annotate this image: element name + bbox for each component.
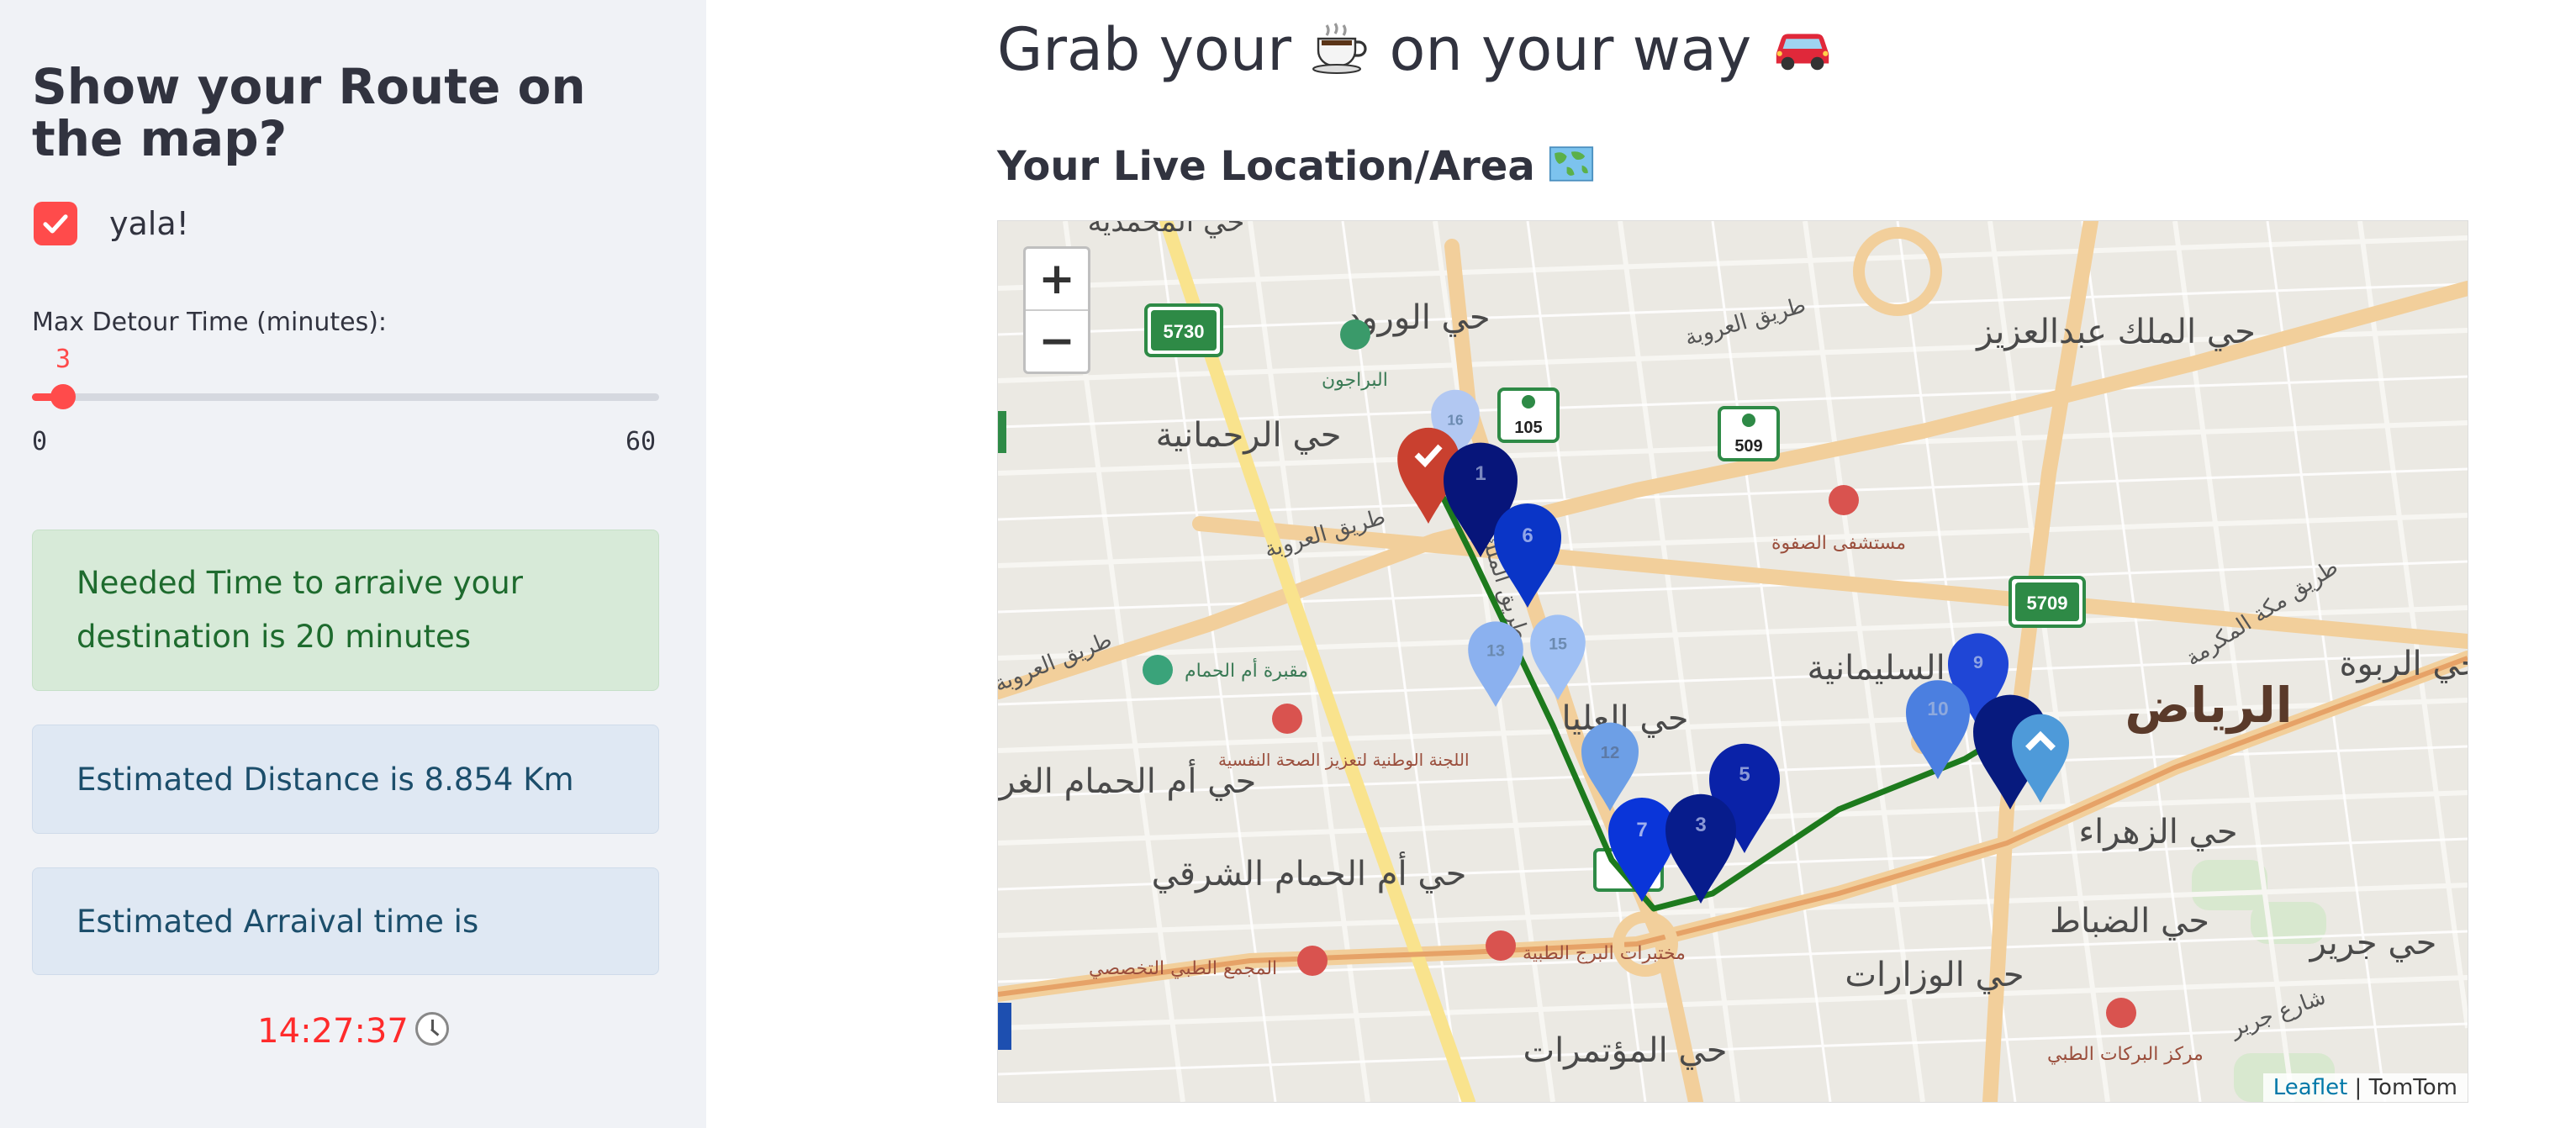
slider-label: Max Detour Time (minutes): bbox=[32, 308, 388, 337]
section-title-text: Your Live Location/Area bbox=[997, 143, 1535, 190]
svg-text:10: 10 bbox=[1927, 698, 1948, 719]
slider-thumb[interactable] bbox=[50, 384, 77, 409]
shield-5730: 5730 bbox=[1164, 321, 1205, 342]
map-canvas[interactable]: 5730 105 509 5709 حي الورود حي الرحمانية… bbox=[998, 221, 2468, 1102]
svg-text:1: 1 bbox=[1475, 462, 1486, 485]
svg-text:15: 15 bbox=[1549, 635, 1567, 653]
shield-105: 105 bbox=[1514, 419, 1542, 437]
svg-text:13: 13 bbox=[1486, 641, 1505, 660]
leaflet-link[interactable]: Leaflet bbox=[2273, 1075, 2348, 1100]
coffee-icon bbox=[1310, 19, 1370, 88]
title-text-2: on your way bbox=[1389, 15, 1752, 84]
zoom-in-button[interactable]: + bbox=[1026, 249, 1088, 309]
detour-slider-track[interactable] bbox=[32, 384, 659, 409]
svg-text:12: 12 bbox=[1601, 744, 1620, 762]
slider-value: 3 bbox=[55, 345, 71, 374]
district-label: حي الملك عبدالعزيز bbox=[1975, 313, 2256, 351]
poi-label: مقبرة أم الحمام bbox=[1185, 658, 1308, 682]
city-label: الرياض bbox=[2125, 677, 2292, 735]
attribution-separator: | bbox=[2347, 1075, 2369, 1100]
district-label: حي أم الحمام الشرقي bbox=[1152, 851, 1467, 893]
route-map[interactable]: 5730 105 509 5709 حي الورود حي الرحمانية… bbox=[997, 220, 2468, 1103]
title-text-1: Grab your bbox=[997, 15, 1291, 84]
distance-text: Estimated Distance is 8.854 Km bbox=[77, 761, 574, 798]
poi-label: مركز البركات الطبي bbox=[2047, 1044, 2204, 1065]
section-title: Your Live Location/Area bbox=[997, 143, 1594, 192]
poi-label: المجمع الطبي التخصصي bbox=[1089, 958, 1277, 979]
arrival-text: Estimated Arraival time is bbox=[77, 903, 479, 940]
zoom-control: + − bbox=[1023, 246, 1090, 374]
district-label: حي جرير bbox=[2309, 924, 2437, 962]
district-label: حي الوزارات bbox=[1845, 956, 2024, 994]
show-route-checkbox[interactable]: yala! bbox=[34, 202, 189, 245]
zoom-out-button[interactable]: − bbox=[1026, 309, 1088, 372]
poi-label: اللجنة الوطنية لتعزيز الصحة النفسية bbox=[1218, 750, 1470, 770]
svg-text:3: 3 bbox=[1695, 814, 1706, 836]
map-attribution: Leaflet | TomTom bbox=[2262, 1073, 2468, 1102]
poi-label: مختبرات البرج الطبية bbox=[1523, 943, 1686, 964]
svg-text:5: 5 bbox=[1739, 763, 1750, 786]
checkbox-label: yala! bbox=[109, 205, 189, 242]
district-label: حي الرحمانية bbox=[1156, 416, 1342, 455]
district-label: حي الربوة bbox=[2340, 645, 2468, 683]
district-label: حي المحمدية bbox=[1088, 221, 1245, 239]
svg-text:7: 7 bbox=[1636, 819, 1647, 841]
district-label: حي المؤتمرات bbox=[1523, 1031, 1728, 1070]
svg-text:9: 9 bbox=[1973, 651, 1983, 672]
world-map-icon bbox=[1549, 145, 1594, 192]
eta: 14:27:37 bbox=[0, 1012, 706, 1051]
svg-text:6: 6 bbox=[1522, 524, 1533, 547]
needed-time-text: Needed Time to arraive your destination … bbox=[77, 565, 523, 655]
page-title: Grab your on your way bbox=[997, 15, 1835, 88]
shield-509: 509 bbox=[1734, 437, 1762, 456]
district-label: حي الزهراء bbox=[2078, 813, 2237, 851]
arrival-alert: Estimated Arraival time is bbox=[32, 867, 659, 975]
poi-label: البراجون bbox=[1322, 370, 1388, 391]
slider-min: 0 bbox=[32, 427, 48, 456]
sidebar-title: Show your Route on the map? bbox=[32, 58, 586, 167]
distance-alert: Estimated Distance is 8.854 Km bbox=[32, 725, 659, 834]
slider-max: 60 bbox=[626, 427, 657, 456]
eta-time: 14:27:37 bbox=[257, 1012, 409, 1051]
needed-time-alert: Needed Time to arraive your destination … bbox=[32, 530, 659, 691]
attribution-provider: TomTom bbox=[2368, 1075, 2457, 1100]
sidebar: Show your Route on the map? yala! Max De… bbox=[0, 0, 706, 1128]
svg-text:16: 16 bbox=[1447, 411, 1463, 428]
poi-label: مستشفى الصفوة bbox=[1771, 533, 1906, 554]
shield-5709: 5709 bbox=[2027, 593, 2068, 614]
clock-icon bbox=[414, 1012, 449, 1046]
checkbox-checked-icon[interactable] bbox=[34, 202, 77, 245]
district-label: حي الضباط bbox=[2050, 902, 2209, 941]
car-icon bbox=[1770, 19, 1835, 88]
